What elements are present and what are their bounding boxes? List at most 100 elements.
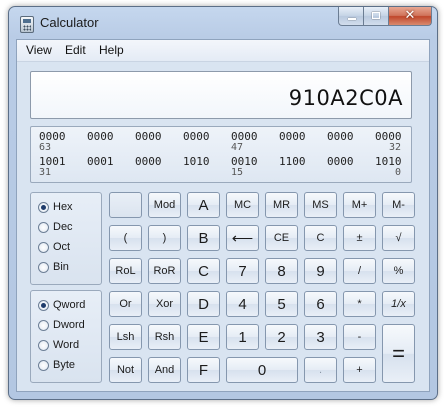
radio-bin-indicator[interactable] — [38, 261, 49, 273]
radio-word-indicator[interactable] — [38, 339, 49, 351]
calculator-app-icon — [20, 16, 34, 33]
radio-dec-indicator[interactable] — [38, 221, 49, 233]
close-button[interactable]: ✕ — [389, 7, 432, 26]
radio-byte-label: Byte — [53, 359, 76, 371]
not-button[interactable]: Not — [109, 357, 142, 383]
menu-bar: View Edit Help — [17, 40, 429, 62]
calculator-window: Calculator ✕ View Edit Help 910A2C0A 000… — [8, 6, 438, 400]
minimize-button[interactable] — [338, 7, 364, 26]
window-title: Calculator — [40, 15, 99, 30]
radio-oct-indicator[interactable] — [38, 241, 49, 253]
close-paren-button[interactable]: ) — [148, 225, 181, 251]
bit-pos-15: 15 — [231, 167, 244, 178]
percent-button[interactable]: % — [382, 258, 415, 284]
left-shift-button[interactable]: Lsh — [109, 324, 142, 350]
digit-9-button[interactable]: 9 — [304, 258, 337, 284]
bits-47-32-c[interactable]: 0000 — [327, 130, 354, 143]
bit-pos-47: 47 — [231, 142, 244, 153]
radio-hex-label: Hex — [53, 201, 73, 213]
digit-4-button[interactable]: 4 — [226, 291, 259, 317]
bits-47-32-b[interactable]: 0000 — [279, 130, 306, 143]
bits-15-0-b[interactable]: 1100 — [279, 155, 306, 168]
radio-hex-indicator[interactable] — [38, 201, 49, 213]
word-size-group: Qword Dword Word Byte — [30, 290, 102, 383]
radio-dec[interactable]: Dec — [38, 219, 73, 235]
subtract-button[interactable]: - — [343, 324, 376, 350]
bits-31-16-d[interactable]: 1010 — [183, 155, 210, 168]
display-value: 910A2C0A — [288, 86, 403, 110]
radio-qword[interactable]: Qword — [38, 297, 85, 313]
radio-dec-label: Dec — [53, 221, 73, 233]
bits-63-48-d[interactable]: 0000 — [183, 130, 210, 143]
hex-d-button[interactable]: D — [187, 291, 220, 317]
bit-pos-31: 31 — [39, 167, 52, 178]
digit-5-button[interactable]: 5 — [265, 291, 298, 317]
divide-button[interactable]: / — [343, 258, 376, 284]
hex-e-button[interactable]: E — [187, 324, 220, 350]
title-bar: Calculator ✕ — [9, 7, 437, 39]
clear-entry-button[interactable]: CE — [265, 225, 298, 251]
bits-31-16-b[interactable]: 0001 — [87, 155, 114, 168]
rotate-right-button[interactable]: RoR — [148, 258, 181, 284]
bits-15-0-c[interactable]: 0000 — [327, 155, 354, 168]
multiply-button[interactable]: * — [343, 291, 376, 317]
radio-dword-label: Dword — [53, 319, 85, 331]
square-root-button[interactable]: √ — [382, 225, 415, 251]
or-button[interactable]: Or — [109, 291, 142, 317]
radio-byte[interactable]: Byte — [38, 357, 75, 373]
bit-pos-63: 63 — [39, 142, 52, 153]
bits-63-48-b[interactable]: 0000 — [87, 130, 114, 143]
maximize-icon — [372, 12, 380, 19]
xor-button[interactable]: Xor — [148, 291, 181, 317]
menu-edit[interactable]: Edit — [65, 43, 86, 57]
memory-subtract-button[interactable]: M- — [382, 192, 415, 218]
reciprocal-button[interactable]: 1/x — [382, 291, 415, 317]
bits-31-16-c[interactable]: 0000 — [135, 155, 162, 168]
radio-oct[interactable]: Oct — [38, 239, 70, 255]
number-base-group: Hex Dec Oct Bin — [30, 192, 102, 285]
radio-dword-indicator[interactable] — [38, 319, 49, 331]
bits-63-48-c[interactable]: 0000 — [135, 130, 162, 143]
add-button[interactable]: + — [343, 357, 376, 383]
menu-view[interactable]: View — [26, 43, 52, 57]
hex-a-button[interactable]: A — [187, 192, 220, 218]
backspace-button[interactable]: ⟵ — [226, 225, 259, 251]
bit-display-panel: 0000 0000 0000 0000 0000 0000 0000 0000 … — [30, 126, 412, 183]
digit-1-button[interactable]: 1 — [226, 324, 259, 350]
and-button[interactable]: And — [148, 357, 181, 383]
radio-oct-label: Oct — [53, 241, 71, 253]
memory-add-button[interactable]: M+ — [343, 192, 376, 218]
bit-pos-0: 0 — [395, 167, 402, 178]
digit-3-button[interactable]: 3 — [304, 324, 337, 350]
bit-pos-32: 32 — [389, 142, 402, 153]
right-shift-button[interactable]: Rsh — [148, 324, 181, 350]
radio-word[interactable]: Word — [38, 337, 79, 353]
digit-7-button[interactable]: 7 — [226, 258, 259, 284]
memory-store-button[interactable]: MS — [304, 192, 337, 218]
decimal-button[interactable]: . — [304, 357, 337, 383]
hex-c-button[interactable]: C — [187, 258, 220, 284]
maximize-button[interactable] — [364, 7, 389, 26]
negate-button[interactable]: ± — [343, 225, 376, 251]
digit-2-button[interactable]: 2 — [265, 324, 298, 350]
radio-hex[interactable]: Hex — [38, 199, 73, 215]
rotate-left-button[interactable]: RoL — [109, 258, 142, 284]
radio-byte-indicator[interactable] — [38, 359, 49, 371]
digit-6-button[interactable]: 6 — [304, 291, 337, 317]
radio-bin[interactable]: Bin — [38, 259, 69, 275]
radio-dword[interactable]: Dword — [38, 317, 85, 333]
mod-button[interactable]: Mod — [148, 192, 181, 218]
memory-clear-button[interactable]: MC — [226, 192, 259, 218]
hex-f-button[interactable]: F — [187, 357, 220, 383]
menu-help[interactable]: Help — [99, 43, 124, 57]
digit-8-button[interactable]: 8 — [265, 258, 298, 284]
clear-button[interactable]: C — [304, 225, 337, 251]
open-paren-button[interactable]: ( — [109, 225, 142, 251]
equals-button[interactable]: = — [382, 324, 415, 383]
radio-qword-label: Qword — [53, 299, 86, 311]
digit-0-button[interactable]: 0 — [226, 357, 298, 383]
hex-b-button[interactable]: B — [187, 225, 220, 251]
close-icon: ✕ — [404, 8, 416, 23]
radio-qword-indicator[interactable] — [38, 299, 49, 311]
memory-recall-button[interactable]: MR — [265, 192, 298, 218]
